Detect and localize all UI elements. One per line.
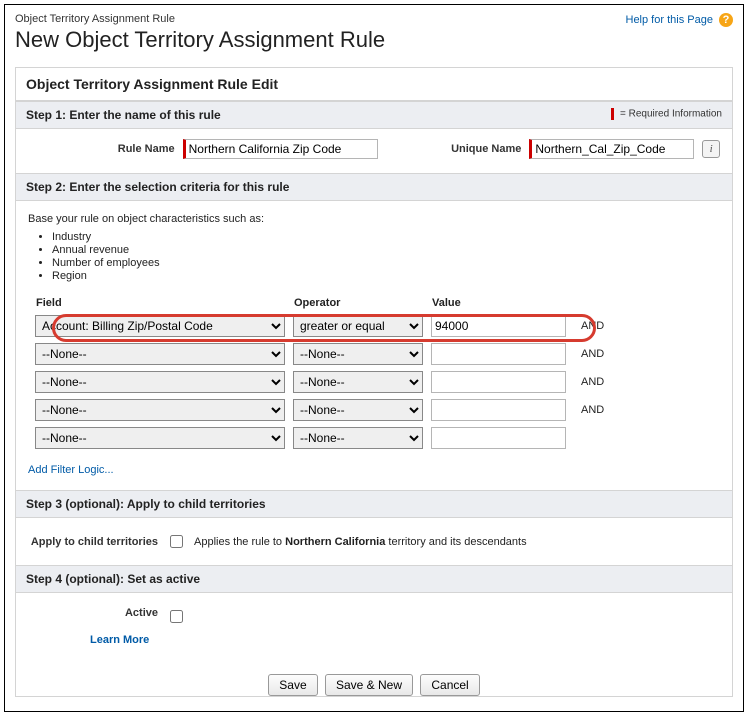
- apply-child-checkbox[interactable]: [170, 535, 183, 548]
- field-select[interactable]: --None--: [35, 371, 285, 393]
- info-icon[interactable]: i: [702, 140, 720, 158]
- and-label: AND: [573, 370, 605, 394]
- field-select[interactable]: --None--: [35, 399, 285, 421]
- apply-child-label: Apply to child territories: [28, 536, 158, 548]
- active-label: Active: [28, 607, 158, 619]
- step4-heading: Step 4 (optional): Set as active: [16, 565, 732, 593]
- field-select[interactable]: Account: Billing Zip/Postal Code: [35, 315, 285, 337]
- and-label: AND: [573, 314, 605, 338]
- rule-name-label: Rule Name: [28, 143, 175, 155]
- criteria-row: --None-- --None--: [34, 426, 605, 450]
- value-input[interactable]: [431, 399, 566, 421]
- list-item: Region: [52, 270, 720, 282]
- operator-select[interactable]: --None--: [293, 427, 423, 449]
- page-title: New Object Territory Assignment Rule: [15, 27, 733, 53]
- value-input[interactable]: [431, 427, 566, 449]
- operator-select[interactable]: greater or equal: [293, 315, 423, 337]
- save-new-button[interactable]: Save & New: [325, 674, 413, 696]
- help-for-page[interactable]: Help for this Page ?: [626, 13, 734, 27]
- col-field: Field: [34, 296, 286, 310]
- list-item: Number of employees: [52, 257, 720, 269]
- and-label: AND: [573, 398, 605, 422]
- field-select[interactable]: --None--: [35, 427, 285, 449]
- criteria-row: --None-- --None-- AND: [34, 342, 605, 366]
- col-value: Value: [430, 296, 567, 310]
- apply-child-text: Applies the rule to Northern California …: [194, 536, 527, 548]
- required-info: = Required Information: [611, 108, 722, 120]
- step2-basetext: Base your rule on object characteristics…: [28, 213, 720, 225]
- unique-name-input[interactable]: [529, 139, 694, 159]
- step3-heading: Step 3 (optional): Apply to child territ…: [16, 490, 732, 518]
- field-select[interactable]: --None--: [35, 343, 285, 365]
- save-button[interactable]: Save: [268, 674, 317, 696]
- unique-name-label: Unique Name: [433, 143, 521, 155]
- add-filter-logic-link[interactable]: Add Filter Logic...: [28, 464, 114, 476]
- rule-name-input[interactable]: [183, 139, 379, 159]
- and-label: AND: [573, 342, 605, 366]
- required-bar-icon: [611, 108, 614, 120]
- learn-more-link[interactable]: Learn More: [90, 634, 149, 646]
- criteria-row: --None-- --None-- AND: [34, 370, 605, 394]
- operator-select[interactable]: --None--: [293, 371, 423, 393]
- required-info-text: = Required Information: [620, 109, 722, 120]
- step1-heading: Step 1: Enter the name of this rule = Re…: [16, 101, 732, 129]
- button-bar: Save Save & New Cancel: [16, 660, 732, 696]
- criteria-row: Account: Billing Zip/Postal Code greater…: [34, 314, 605, 338]
- active-checkbox[interactable]: [170, 610, 183, 623]
- step2-heading: Step 2: Enter the selection criteria for…: [16, 173, 732, 201]
- list-item: Annual revenue: [52, 244, 720, 256]
- value-input[interactable]: [431, 371, 566, 393]
- col-operator: Operator: [292, 296, 424, 310]
- criteria-row: --None-- --None-- AND: [34, 398, 605, 422]
- help-icon: ?: [719, 13, 733, 27]
- operator-select[interactable]: --None--: [293, 399, 423, 421]
- operator-select[interactable]: --None--: [293, 343, 423, 365]
- criteria-table: Field Operator Value Account: Billing Zi…: [28, 292, 611, 454]
- help-link[interactable]: Help for this Page: [626, 14, 713, 26]
- value-input[interactable]: [431, 343, 566, 365]
- cancel-button[interactable]: Cancel: [420, 674, 479, 696]
- step1-heading-text: Step 1: Enter the name of this rule: [26, 108, 221, 122]
- panel-heading: Object Territory Assignment Rule Edit: [16, 68, 732, 101]
- value-input[interactable]: [431, 315, 566, 337]
- characteristics-list: Industry Annual revenue Number of employ…: [52, 231, 720, 282]
- list-item: Industry: [52, 231, 720, 243]
